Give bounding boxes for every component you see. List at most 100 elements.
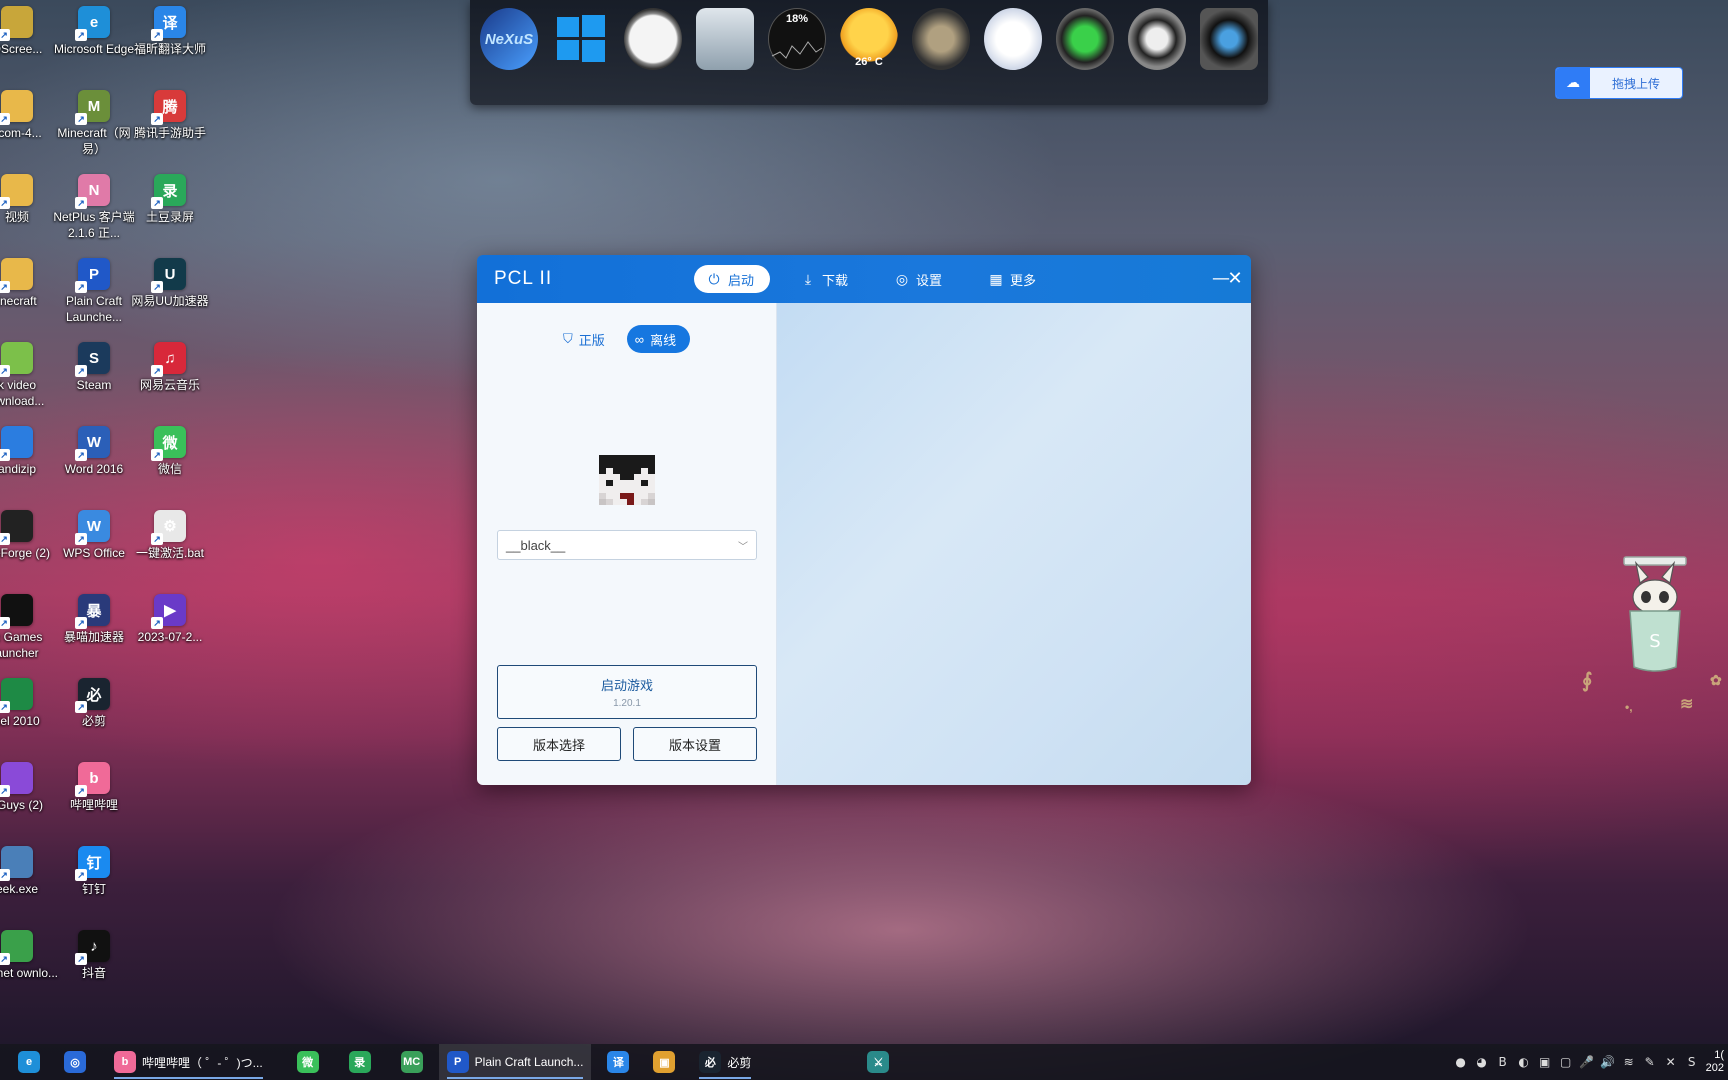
tab-launch[interactable]: ⏻ 启动: [694, 265, 771, 293]
anvil-icon: [0, 510, 33, 545]
tray-icon[interactable]: ✎: [1643, 1055, 1657, 1069]
mode-offline[interactable]: ∞ 离线: [626, 325, 691, 353]
desktop-shortcut-label: andizip: [0, 462, 37, 476]
username-select[interactable]: __black__ ﹀: [497, 530, 757, 560]
desktop-shortcut[interactable]: ic Games auncher: [0, 594, 56, 674]
taskbar-pcl[interactable]: P Plain Craft Launch...: [438, 1044, 592, 1080]
weather-icon[interactable]: 26° C: [840, 8, 898, 70]
power-icon[interactable]: [1056, 8, 1114, 70]
desktop-shortcut[interactable]: eMicrosoft Edge: [53, 6, 135, 86]
desktop-shortcut[interactable]: rseForge (2): [0, 510, 56, 590]
translate-icon: 译: [607, 1051, 630, 1073]
desktop-shortcut[interactable]: 暴暴喵加速器: [55, 594, 133, 674]
taskbar-bilibili[interactable]: b 哔哩哔哩（ ゜- ゜)つ...: [106, 1044, 271, 1080]
power-icon: ⏻: [708, 270, 720, 287]
desktop-shortcut[interactable]: QScree...: [0, 6, 56, 86]
pcl-launcher-window: PCL II ⏻ 启动 ⤓ 下载 ◎ 设置 ▦ 更多 — ✕ ⛉ 正版 ∞ 离线 __blac…: [477, 255, 1251, 785]
camera-icon[interactable]: [1200, 8, 1258, 70]
mail-icon[interactable]: [984, 8, 1042, 70]
desktop-shortcut[interactable]: MMinecraft（网易）: [55, 90, 133, 170]
taskbar-mc[interactable]: MC: [393, 1044, 431, 1080]
taskbar-app[interactable]: ◎: [56, 1044, 94, 1080]
doodle-mark-icon: ≋: [1680, 696, 1694, 713]
globe-icon[interactable]: [912, 8, 970, 70]
tray-icon[interactable]: ▣: [1538, 1055, 1552, 1069]
trash-can-pet-icon[interactable]: S: [1622, 555, 1688, 675]
desktop-shortcut[interactable]: ♫网易云音乐: [131, 342, 209, 422]
taskbar-wechat[interactable]: 微: [289, 1044, 327, 1080]
doodle-mark-icon: ✿: [1710, 672, 1722, 688]
tray-icon[interactable]: ●: [1454, 1055, 1468, 1069]
desktop-shortcut[interactable]: U网易UU加速器: [131, 258, 209, 338]
desktop-shortcut[interactable]: 微微信: [131, 426, 209, 506]
tab-label: 设置: [916, 272, 943, 288]
desktop-shortcut[interactable]: 钉钉钉: [55, 846, 133, 926]
desktop-shortcut[interactable]: 必必剪: [55, 678, 133, 758]
desktop-shortcut[interactable]: eek.exe: [0, 846, 56, 926]
desktop-shortcut[interactable]: 录土豆录屏: [131, 174, 209, 254]
version-select-button[interactable]: 版本选择: [497, 727, 621, 761]
tray-icon[interactable]: B: [1496, 1055, 1510, 1069]
desktop-shortcut[interactable]: k video ownload...: [0, 342, 56, 422]
tray-icon[interactable]: ◐: [1517, 1055, 1531, 1069]
desktop-shortcut[interactable]: ♪抖音: [55, 930, 133, 1010]
desktop-shortcut[interactable]: PPlain Craft Launche...: [55, 258, 133, 338]
cpu-meter-icon[interactable]: 18%: [768, 8, 826, 70]
desktop-shortcut[interactable]: WWPS Office: [55, 510, 133, 590]
taskbar-translate[interactable]: 译: [599, 1044, 637, 1080]
desktop-shortcut[interactable]: WWord 2016: [55, 426, 133, 506]
close-button[interactable]: ✕: [1223, 267, 1247, 291]
taskbar-edge[interactable]: e: [10, 1044, 48, 1080]
wechat-icon: 微: [151, 426, 186, 461]
headphones-icon[interactable]: [1128, 8, 1186, 70]
taskbar-sword[interactable]: ⚔: [859, 1044, 897, 1080]
taskbar-store[interactable]: ▣: [645, 1044, 683, 1080]
windows-icon[interactable]: [552, 8, 610, 70]
system-tray: ● ◕ B ◐ ▣ ▢ 🎤 🔊 ≋ ✎ ✕ S 1(202: [1454, 1044, 1728, 1080]
tray-icon[interactable]: 🎤: [1579, 1055, 1594, 1069]
desktop-shortcut-label: 2023-07-2...: [137, 630, 203, 644]
desktop-shortcut[interactable]: SSteam: [55, 342, 133, 422]
desktop-shortcut[interactable]: i.com-4...: [0, 90, 56, 170]
desktop-shortcut[interactable]: ⚙一键激活.bat: [131, 510, 209, 590]
taskbar-bijian[interactable]: 必必剪: [691, 1044, 759, 1080]
desktop-shortcut[interactable]: 译福昕翻译大师: [131, 6, 209, 86]
launch-game-button[interactable]: 启动游戏 1.20.1: [497, 665, 757, 719]
recycle-bin-icon[interactable]: [696, 8, 754, 70]
tray-icon[interactable]: ◕: [1475, 1055, 1489, 1069]
taskbar-record[interactable]: 录: [341, 1044, 379, 1080]
desktop-shortcut[interactable]: b哔哩哔哩: [55, 762, 133, 842]
desktop-shortcut[interactable]: andizip: [0, 426, 56, 506]
system-clock[interactable]: 1(202: [1706, 1049, 1724, 1075]
app-icon: [0, 930, 33, 965]
desktop-shortcut[interactable]: cel 2010: [0, 678, 56, 758]
drag-upload-button[interactable]: ☁ 拖拽上传: [1555, 67, 1683, 99]
player-skin-avatar[interactable]: [599, 455, 655, 505]
desktop-shortcut[interactable]: inecraft: [0, 258, 56, 338]
tray-icon[interactable]: 🔊: [1600, 1055, 1615, 1069]
nexus-logo-icon[interactable]: NeXuS: [480, 8, 538, 70]
shield-icon: ⛉: [563, 331, 573, 346]
tray-icon[interactable]: S: [1685, 1055, 1699, 1069]
desktop-shortcut[interactable]: ▶2023-07-2...: [131, 594, 209, 674]
tray-icon[interactable]: ▢: [1559, 1055, 1573, 1069]
clock-time: 1(: [1714, 1049, 1724, 1061]
tab-more[interactable]: ▦ 更多: [976, 265, 1052, 293]
desktop-shortcut[interactable]: 腾腾讯手游助手: [131, 90, 209, 170]
tab-settings[interactable]: ◎ 设置: [882, 265, 958, 293]
desktop-shortcut-label: Microsoft Edge: [53, 42, 135, 56]
window-titlebar[interactable]: PCL II ⏻ 启动 ⤓ 下载 ◎ 设置 ▦ 更多 — ✕: [477, 255, 1251, 303]
pcl-icon: P: [75, 258, 110, 293]
desktop-shortcut[interactable]: 视频: [0, 174, 56, 254]
tray-icon[interactable]: ≋: [1622, 1055, 1636, 1069]
tray-icon[interactable]: ✕: [1664, 1055, 1678, 1069]
tab-download[interactable]: ⤓ 下载: [788, 265, 864, 293]
desktop-shortcut-label: NetPlus 客户端 2.1.6 正...: [53, 210, 135, 240]
version-settings-button[interactable]: 版本设置: [633, 727, 757, 761]
link-icon: ∞: [634, 331, 645, 347]
clock-icon[interactable]: [624, 8, 682, 70]
desktop-shortcut[interactable]: l Guys (2): [0, 762, 56, 842]
desktop-shortcut[interactable]: NNetPlus 客户端 2.1.6 正...: [53, 174, 135, 254]
desktop-shortcut[interactable]: nternet ownlo...: [0, 930, 58, 1010]
mode-official[interactable]: ⛉ 正版: [555, 325, 619, 353]
